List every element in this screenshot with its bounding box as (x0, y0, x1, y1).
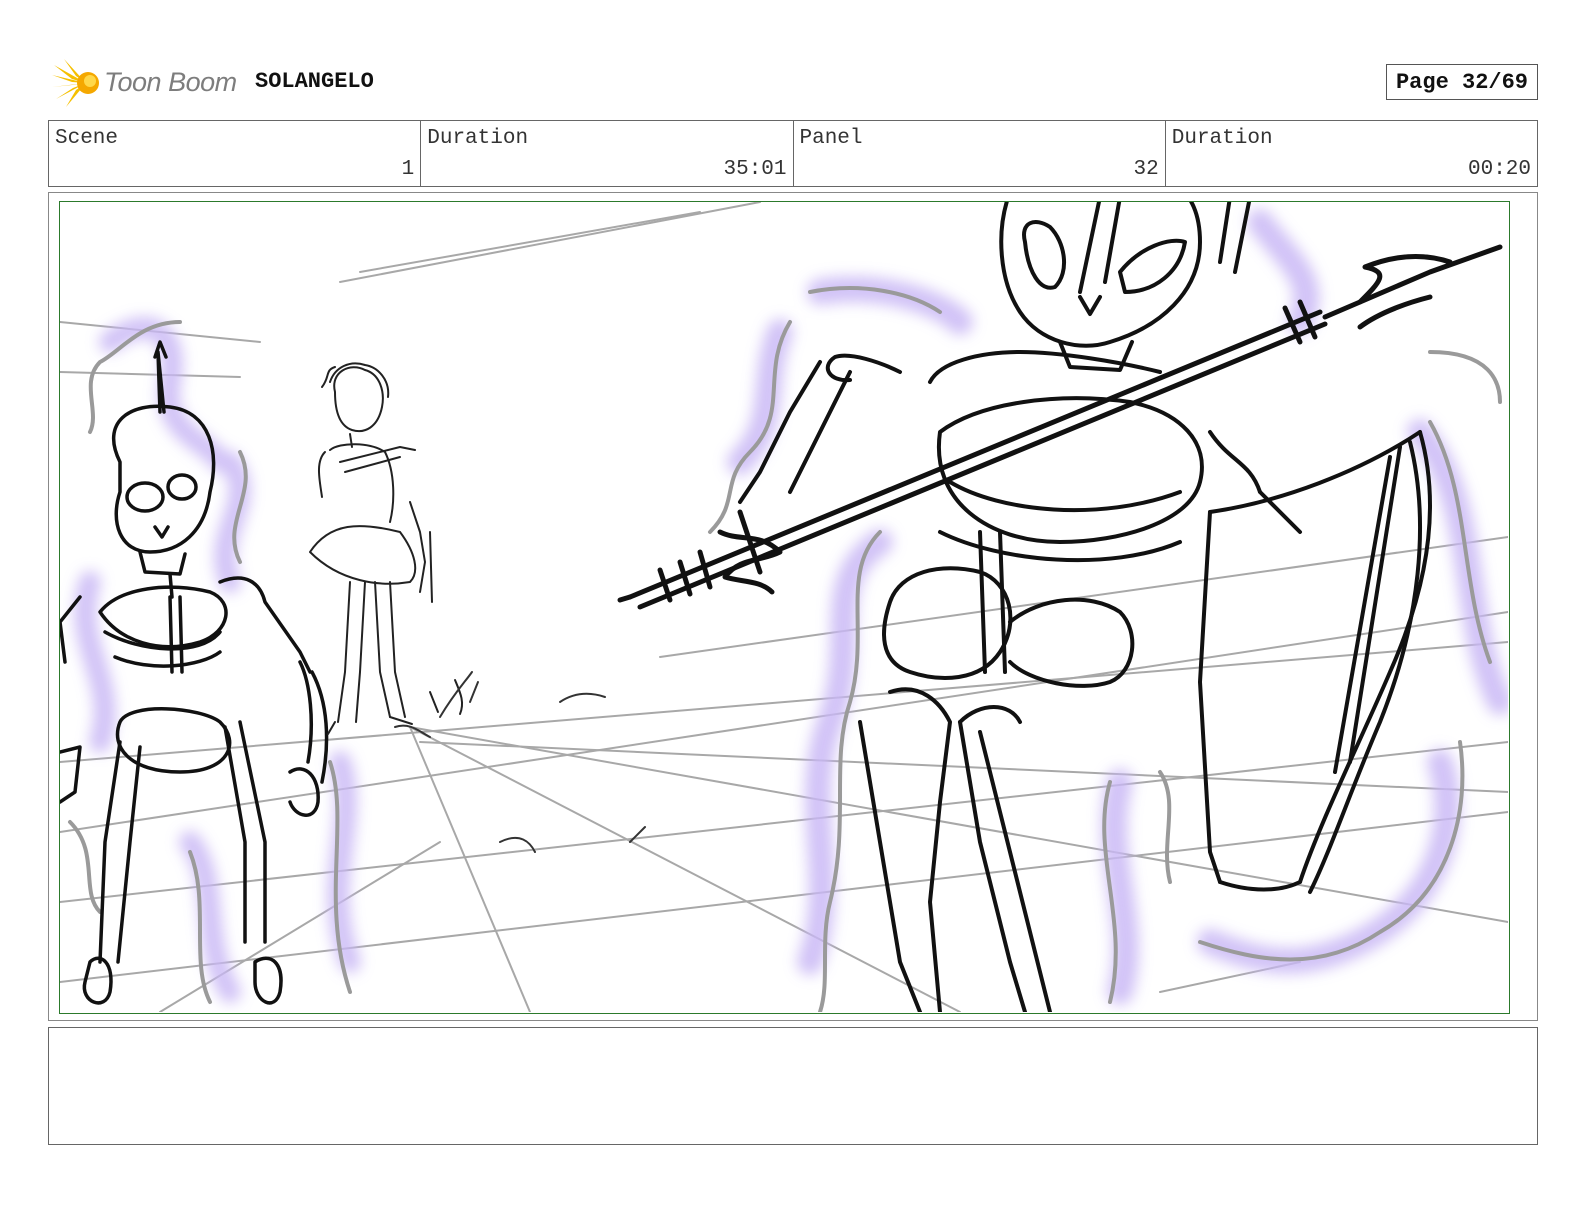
scene-duration-label: Duration (427, 127, 529, 150)
panel-duration-label: Duration (1171, 127, 1273, 150)
panel-label: Panel (799, 127, 863, 150)
starburst-icon (52, 58, 99, 107)
toon-boom-logo: Toon Boom (50, 55, 237, 110)
scene-duration-value: 35:01 (723, 158, 787, 181)
aura-wisps (68, 286, 1502, 1012)
panel-value: 32 (1133, 158, 1159, 181)
panel-image-area (48, 192, 1538, 1021)
scene-duration-cell: Duration 35:01 (421, 121, 794, 186)
panel-duration-cell: Duration 00:20 (1166, 121, 1537, 186)
page-number-badge: Page 32/69 (1386, 64, 1538, 100)
boy-sketch (309, 362, 464, 735)
logo-text: Toon Boom (104, 67, 237, 97)
scene-label: Scene (55, 127, 119, 150)
panel-cell: Panel 32 (794, 121, 1166, 186)
panel-notes-box (48, 1027, 1538, 1145)
project-title: SOLANGELO (255, 69, 374, 94)
scene-value: 1 (401, 158, 415, 181)
panel-duration-value: 00:20 (1467, 158, 1531, 181)
shield-sketch (1198, 430, 1432, 894)
scene-cell: Scene 1 (49, 121, 422, 186)
page-header: Toon Boom SOLANGELO Page 32/69 (50, 55, 1538, 110)
storyboard-sketch (60, 202, 1508, 1012)
camera-frame (59, 201, 1510, 1014)
panel-info-table: Scene 1 Duration 35:01 Panel 32 Duration… (48, 120, 1538, 187)
